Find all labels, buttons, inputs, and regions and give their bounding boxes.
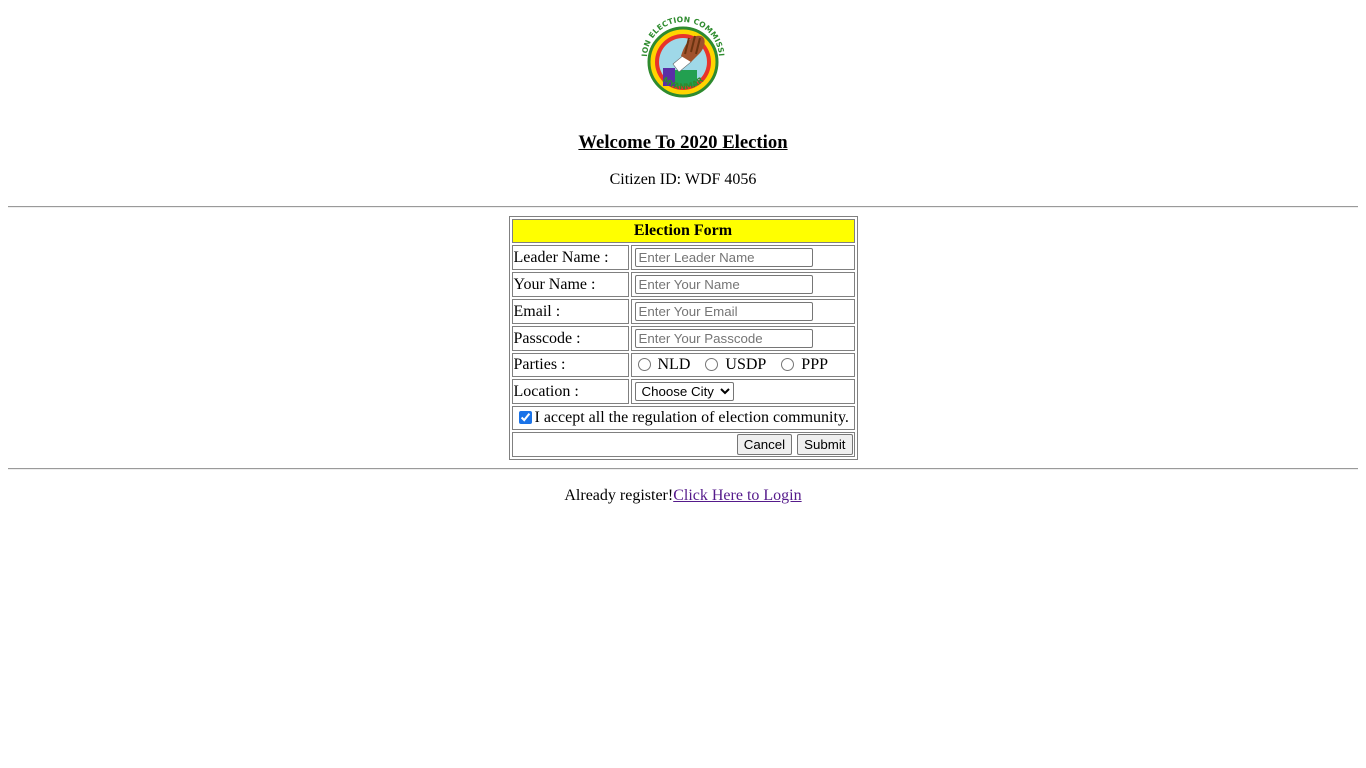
citizen-id: Citizen ID: WDF 4056 — [8, 170, 1358, 190]
city-select[interactable]: Choose City — [634, 382, 734, 401]
citizen-id-label: Citizen ID: — [609, 171, 682, 188]
location-label: Location : — [511, 379, 629, 404]
leader-label: Leader Name : — [511, 245, 629, 270]
party-label-ppp[interactable]: PPP — [797, 356, 832, 373]
leader-row: Leader Name : — [511, 245, 855, 270]
name-row: Your Name : — [511, 272, 855, 297]
name-label: Your Name : — [511, 272, 629, 297]
parties-label: Parties : — [511, 353, 629, 377]
accept-text: I accept all the regulation of election … — [534, 409, 849, 426]
party-radio-nld[interactable] — [637, 358, 651, 371]
your-name-input[interactable] — [634, 275, 813, 294]
passcode-row: Passcode : — [511, 326, 855, 351]
passcode-label: Passcode : — [511, 326, 629, 351]
parties-row: Parties : NLD USDP PPP — [511, 353, 855, 377]
party-radio-usdp[interactable] — [705, 358, 719, 371]
email-row: Email : — [511, 299, 855, 324]
citizen-id-value: WDF 4056 — [684, 171, 757, 188]
top-divider — [8, 206, 1358, 208]
passcode-input[interactable] — [634, 329, 813, 348]
page: UNION ELECTION COMMISSION MYANMAR Welcom… — [0, 0, 1366, 506]
party-label-nld[interactable]: NLD — [654, 356, 695, 373]
election-form: Election Form Leader Name : Your Name : … — [508, 216, 858, 460]
already-register-text: Already register! — [564, 487, 674, 504]
email-label: Email : — [511, 299, 629, 324]
footer: Already register!Click Here to Login — [8, 486, 1358, 506]
page-title: Welcome To 2020 Election — [578, 132, 788, 153]
leader-name-input[interactable] — [634, 248, 813, 267]
parties-radio-group: NLD USDP PPP — [630, 353, 855, 377]
bottom-divider — [8, 468, 1358, 470]
submit-button[interactable]: Submit — [797, 434, 853, 455]
cancel-button[interactable]: Cancel — [736, 434, 793, 455]
election-commission-logo: UNION ELECTION COMMISSION MYANMAR — [633, 8, 726, 102]
actions-row: Cancel Submit — [511, 432, 855, 457]
accept-row: I accept all the regulation of election … — [511, 406, 855, 430]
email-input[interactable] — [634, 302, 813, 321]
logo-area: UNION ELECTION COMMISSION MYANMAR — [8, 0, 1358, 110]
form-header: Election Form — [511, 219, 855, 243]
accept-checkbox[interactable] — [518, 411, 532, 424]
party-radio-ppp[interactable] — [781, 358, 795, 371]
login-link[interactable]: Click Here to Login — [673, 487, 801, 504]
party-label-usdp[interactable]: USDP — [721, 356, 770, 373]
location-row: Location : Choose City — [511, 379, 855, 404]
